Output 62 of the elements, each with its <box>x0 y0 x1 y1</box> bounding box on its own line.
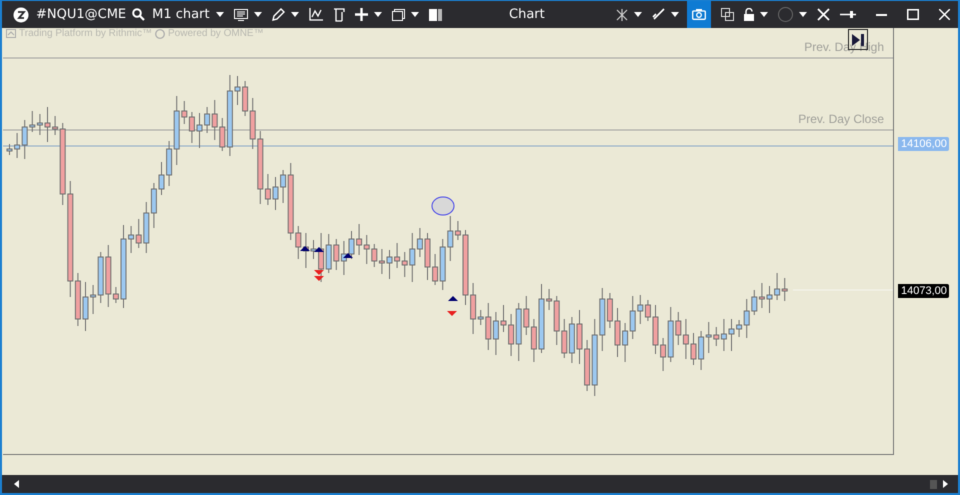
candlestick <box>234 76 240 106</box>
price-label: 14106,00 <box>898 137 949 151</box>
ellipse-marker <box>432 196 454 216</box>
candlestick <box>500 304 506 332</box>
rithmic-logo-icon <box>6 29 16 38</box>
candlestick <box>272 176 278 210</box>
line-chart-icon[interactable] <box>308 8 323 21</box>
level-label: Prev. Day Close <box>798 112 884 126</box>
camera-icon <box>692 9 706 20</box>
caret-icon[interactable] <box>634 12 642 17</box>
search-icon[interactable] <box>132 8 146 21</box>
caret-icon[interactable] <box>799 12 807 17</box>
candlestick <box>424 232 430 280</box>
candlestick <box>614 308 620 358</box>
sell-arrow-icon <box>447 311 457 316</box>
candlestick <box>766 286 772 314</box>
caret-icon[interactable] <box>374 12 382 17</box>
window-icon[interactable] <box>392 8 405 20</box>
minimize-icon[interactable] <box>876 14 887 16</box>
candlestick <box>386 250 392 280</box>
candlestick <box>6 144 12 156</box>
candlestick <box>728 318 734 352</box>
pencil-icon[interactable] <box>272 8 285 21</box>
logo-icon[interactable] <box>13 6 29 22</box>
caret-icon[interactable] <box>216 12 224 17</box>
monitor-icon[interactable] <box>234 8 248 20</box>
close-icon[interactable] <box>939 9 950 20</box>
pin-icon[interactable] <box>840 10 856 19</box>
caret-icon[interactable] <box>760 12 768 17</box>
scroll-thumb-icon[interactable] <box>930 480 937 488</box>
caret-icon[interactable] <box>410 12 419 17</box>
candlestick <box>196 112 202 148</box>
omne-logo-icon <box>155 28 165 38</box>
price-label: 14073,00 <box>898 284 949 298</box>
circle-icon[interactable] <box>778 7 793 22</box>
camera-button[interactable] <box>687 1 711 28</box>
maximize-icon[interactable] <box>907 9 919 20</box>
crosshair-icon[interactable] <box>616 8 628 20</box>
candlestick <box>652 304 658 354</box>
plus-icon[interactable] <box>354 8 368 21</box>
document-icon[interactable] <box>332 8 345 22</box>
candlestick <box>538 284 544 354</box>
candlestick <box>310 240 316 260</box>
caret-icon[interactable] <box>671 12 679 17</box>
caret-icon[interactable] <box>254 12 262 17</box>
candlestick <box>576 310 582 364</box>
symbol-label[interactable]: #NQU1@CME <box>36 7 126 22</box>
candlestick <box>690 332 696 366</box>
candlestick <box>82 282 88 332</box>
candlestick <box>348 230 354 260</box>
windows-icon[interactable] <box>721 8 734 21</box>
window-title: Chart <box>509 7 545 22</box>
chart-type-dropdown[interactable]: M1 chart <box>152 7 210 22</box>
scroll-right-icon[interactable] <box>943 480 948 488</box>
buy-arrow-icon <box>343 253 353 258</box>
lock-icon[interactable] <box>744 8 754 21</box>
candlestick <box>158 162 164 196</box>
buy-arrow-icon <box>448 296 458 301</box>
columns-icon[interactable] <box>428 8 442 20</box>
scroll-left-icon[interactable] <box>14 480 19 488</box>
candlestick <box>44 106 50 142</box>
caret-icon[interactable] <box>290 12 299 17</box>
